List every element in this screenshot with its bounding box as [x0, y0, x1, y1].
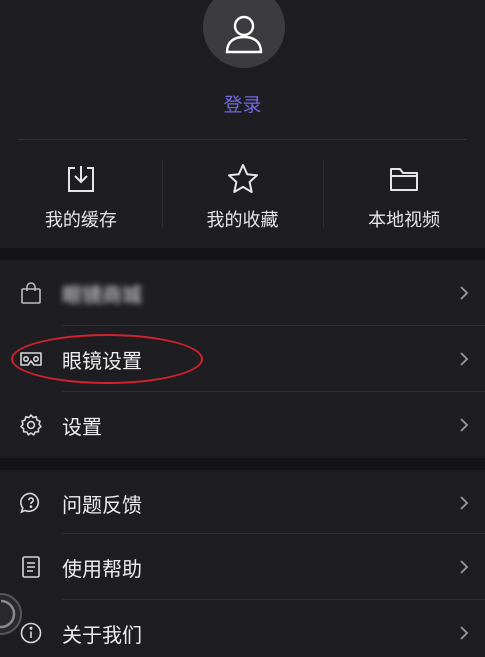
download-box-icon — [64, 162, 98, 196]
chevron-right-icon — [460, 352, 469, 366]
gear-icon — [18, 412, 44, 438]
avatar[interactable] — [203, 0, 285, 68]
menu-item-settings[interactable]: 设置 — [0, 392, 485, 458]
chevron-right-icon — [460, 286, 469, 300]
refresh-icon[interactable] — [0, 591, 24, 637]
section-separator — [0, 458, 485, 470]
my-cache-button[interactable]: 我的缓存 — [0, 140, 162, 248]
menu-item-help[interactable]: 使用帮助 — [0, 534, 485, 600]
menu-item-about-us[interactable]: 关于我们 — [0, 600, 485, 657]
chevron-right-icon — [460, 496, 469, 510]
menu-item-label: 眼镜商城 — [62, 282, 142, 307]
chevron-right-icon — [460, 626, 469, 640]
menu-item-label: 关于我们 — [62, 622, 142, 647]
local-video-label: 本地视频 — [368, 210, 441, 231]
user-icon — [225, 15, 263, 54]
help-list-icon — [18, 554, 44, 580]
my-favorites-button[interactable]: 我的收藏 — [161, 140, 324, 248]
star-icon — [226, 162, 260, 196]
menu-item-glasses-store[interactable]: 眼镜商城 — [0, 260, 485, 326]
chevron-right-icon — [460, 560, 469, 574]
shopping-bag-icon — [18, 280, 44, 306]
my-cache-label: 我的缓存 — [44, 210, 117, 231]
menu-item-label: 使用帮助 — [62, 556, 142, 581]
menu-item-feedback[interactable]: 问题反馈 — [0, 470, 485, 536]
menu-item-label: 问题反馈 — [62, 492, 142, 517]
quick-actions: 我的缓存 我的收藏 本地视频 — [0, 140, 485, 248]
login-link[interactable]: 登录 — [0, 90, 485, 117]
highlight-ellipse — [11, 334, 203, 384]
folder-icon — [387, 162, 421, 196]
chevron-right-icon — [460, 418, 469, 432]
my-favorites-label: 我的收藏 — [206, 210, 279, 231]
section-separator — [0, 248, 485, 260]
menu-item-label: 设置 — [62, 414, 102, 439]
local-video-button[interactable]: 本地视频 — [323, 140, 485, 248]
feedback-bubble-icon — [18, 490, 44, 516]
